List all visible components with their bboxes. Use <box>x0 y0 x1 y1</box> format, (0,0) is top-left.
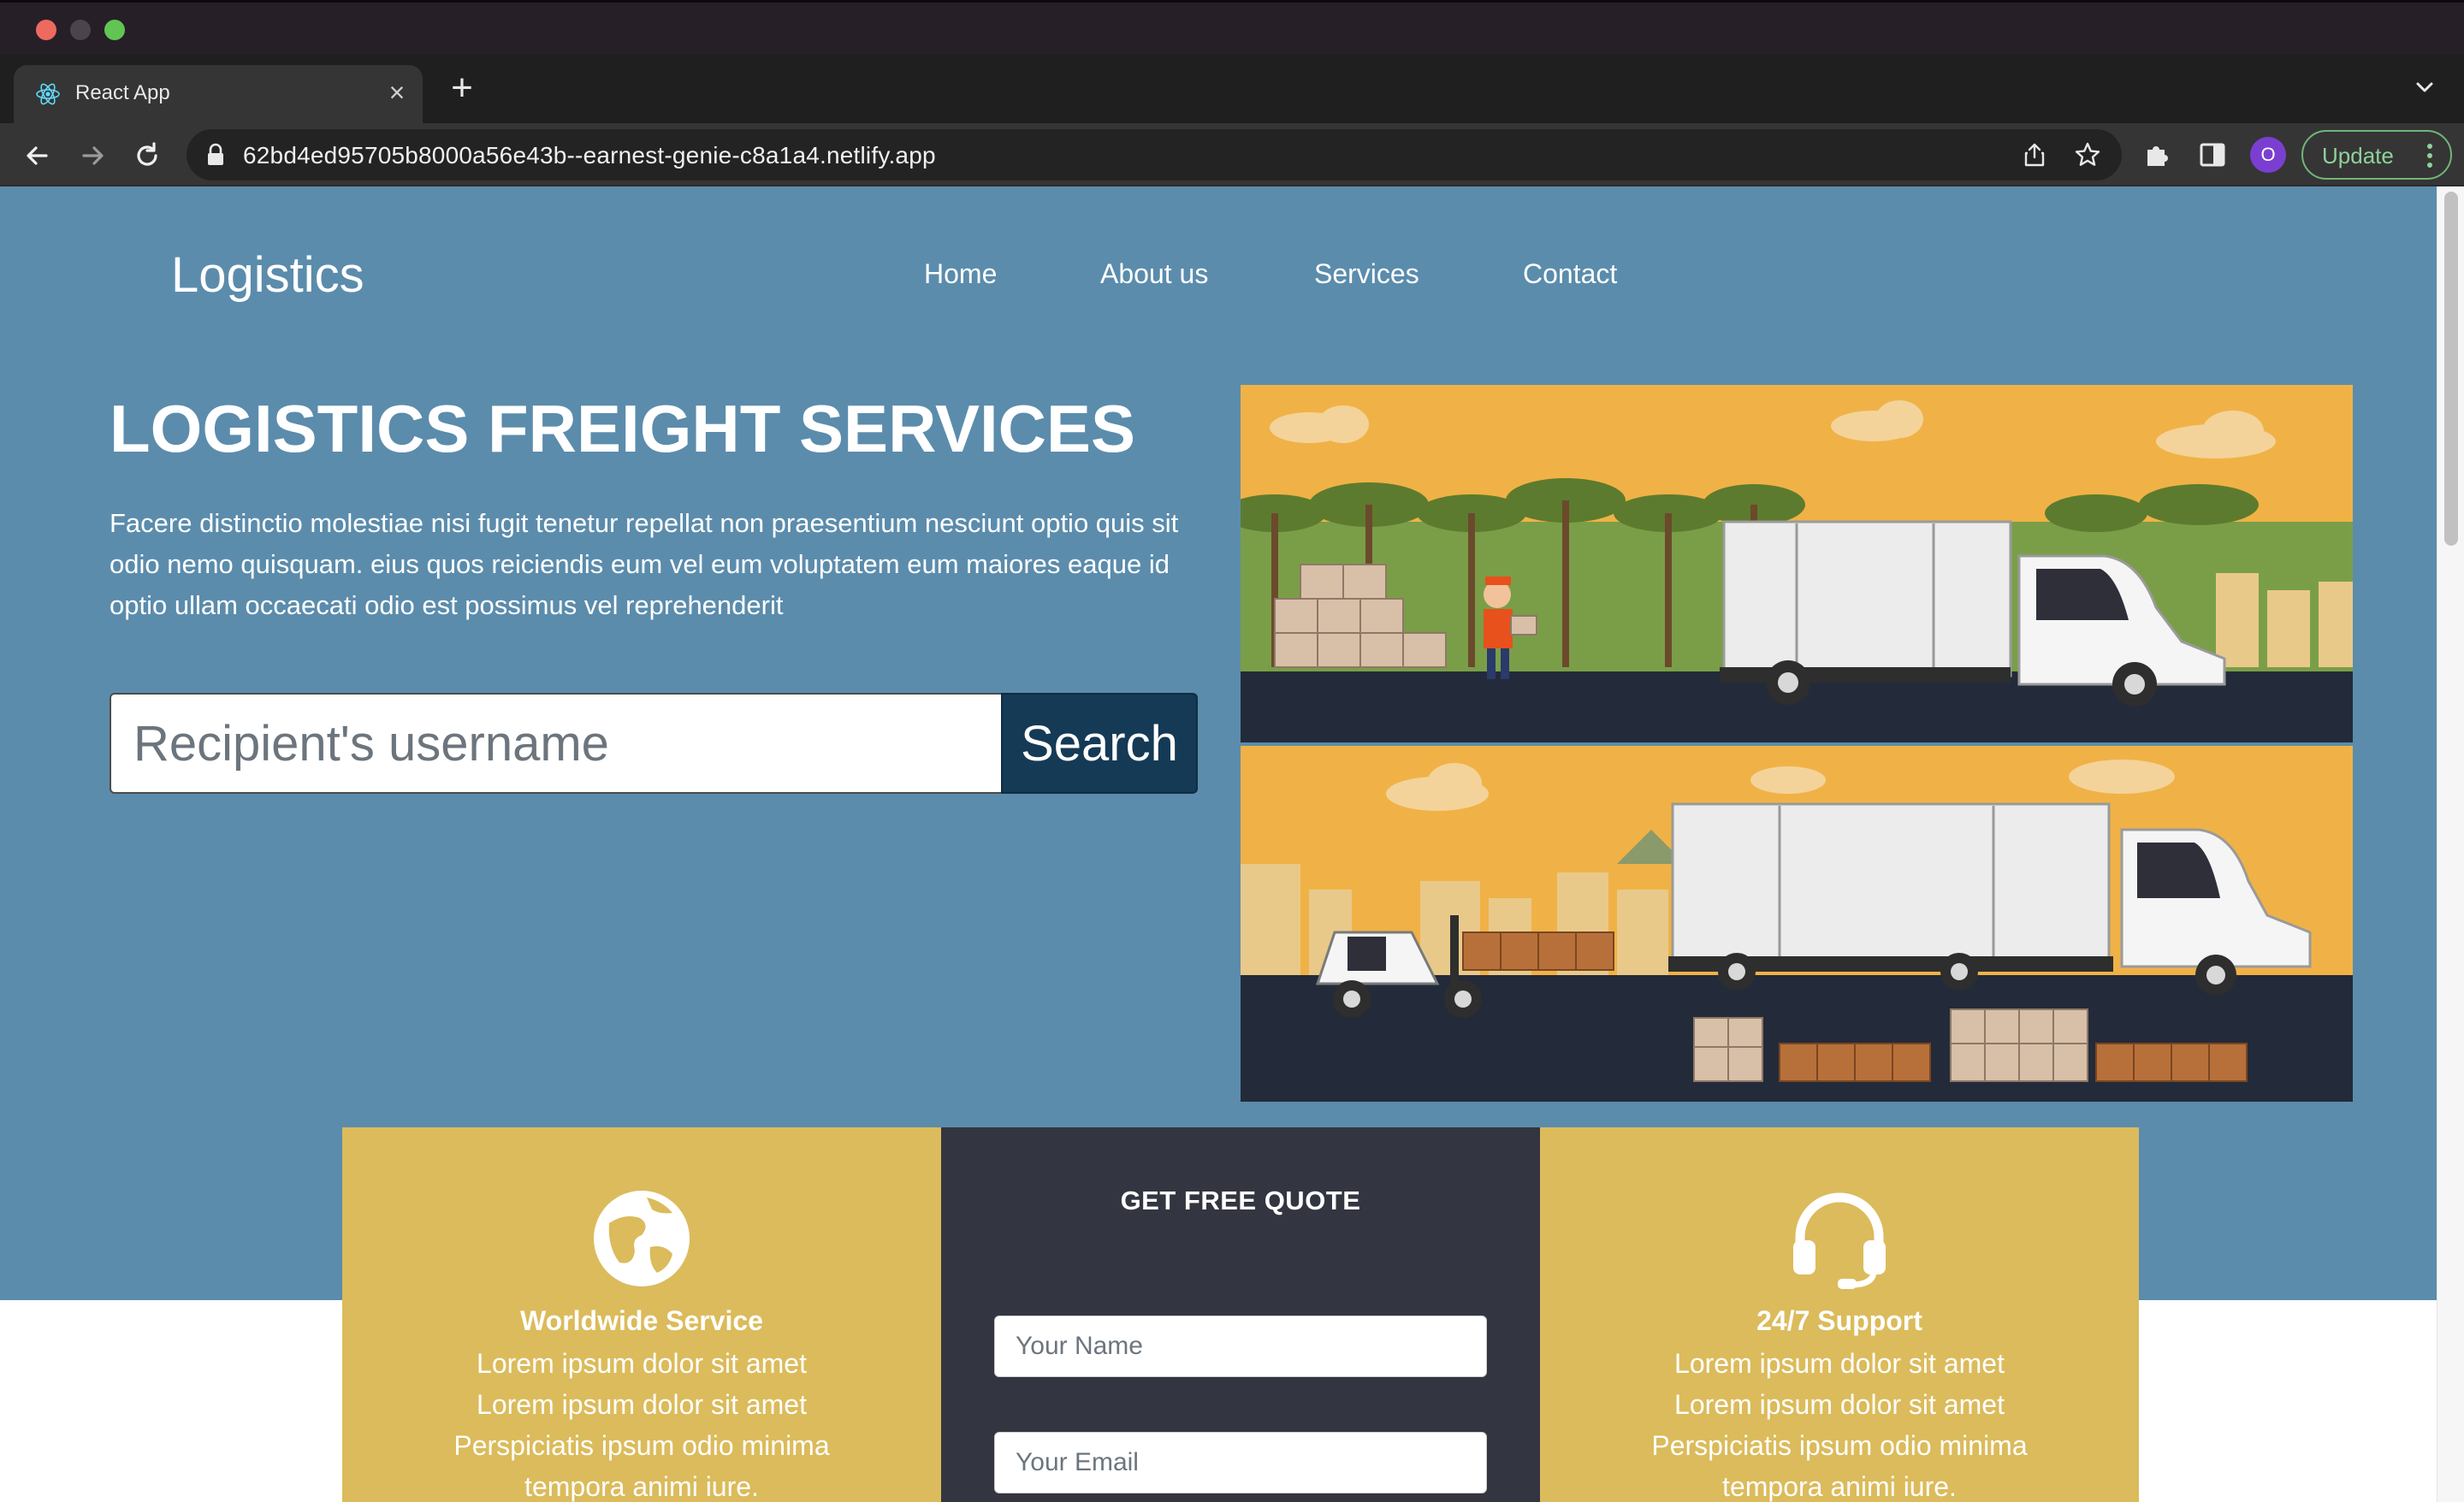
tab-title: React App <box>75 81 170 104</box>
react-favicon-icon <box>36 83 60 105</box>
hero-description: Facere distinctio molestiae nisi fugit t… <box>110 508 1179 620</box>
extensions-puzzle-icon[interactable] <box>2142 139 2173 170</box>
address-bar[interactable]: 62bd4ed95705b8000a56e43b--earnest-genie-… <box>187 129 2122 180</box>
support-line-1: Lorem ipsum dolor sit amet <box>1674 1348 2005 1379</box>
support-line-2: Lorem ipsum dolor sit amet <box>1674 1389 2005 1420</box>
logistics-trucks-illustration <box>1241 385 2353 1102</box>
hero-title: LOGISTICS FREIGHT SERVICES <box>110 391 1136 466</box>
support-line-4: tempora animi iure. <box>1722 1471 1957 1502</box>
reload-icon[interactable] <box>130 139 164 173</box>
close-window-button[interactable] <box>36 20 56 40</box>
scrollbar-thumb[interactable] <box>2444 192 2458 546</box>
worldwide-line-3: Perspiciatis ipsum odio minima <box>453 1430 830 1461</box>
tab-react-app[interactable]: React App × <box>14 65 423 123</box>
nav-link-contact[interactable]: Contact <box>1523 258 1617 290</box>
chevron-down-icon[interactable] <box>2411 74 2438 101</box>
headset-icon <box>1793 1192 1886 1289</box>
support-line-3: Perspiciatis ipsum odio minima <box>1651 1430 2028 1461</box>
back-arrow-icon[interactable] <box>21 139 55 173</box>
update-label: Update <box>2322 143 2394 169</box>
quote-title: GET FREE QUOTE <box>1120 1186 1361 1215</box>
worldwide-service-title: Worldwide Service <box>520 1305 763 1336</box>
nav-link-about[interactable]: About us <box>1100 258 1208 290</box>
profile-avatar[interactable]: O <box>2250 137 2286 173</box>
support-title: 24/7 Support <box>1756 1305 1922 1336</box>
worldwide-line-1: Lorem ipsum dolor sit amet <box>477 1348 807 1379</box>
free-quote-card: GET FREE QUOTE <box>941 1127 1540 1502</box>
your-email-input[interactable] <box>994 1432 1487 1493</box>
side-panel-icon[interactable] <box>2197 139 2228 170</box>
kebab-menu-icon[interactable] <box>2423 141 2437 170</box>
page-scrollbar[interactable] <box>2437 186 2464 1502</box>
recipient-search-input[interactable] <box>110 693 1001 794</box>
browser-toolbar: 62bd4ed95705b8000a56e43b--earnest-genie-… <box>0 123 2464 186</box>
nav-link-home[interactable]: Home <box>924 258 997 290</box>
lock-icon[interactable] <box>205 143 226 167</box>
star-icon[interactable] <box>2074 141 2101 169</box>
url-text: 62bd4ed95705b8000a56e43b--earnest-genie-… <box>243 142 936 169</box>
new-tab-plus-icon[interactable]: + <box>445 69 479 107</box>
your-name-input[interactable] <box>994 1316 1487 1377</box>
worldwide-service-card: Worldwide Service Lorem ipsum dolor sit … <box>342 1127 941 1502</box>
window-titlebar <box>0 0 2464 55</box>
site-brand[interactable]: Logistics <box>171 246 364 304</box>
forward-arrow-icon[interactable] <box>75 139 110 173</box>
tab-close-icon[interactable]: × <box>383 77 411 108</box>
page-viewport: Logistics Home About us Services Contact… <box>0 186 2464 1502</box>
zoom-window-button[interactable] <box>104 20 125 40</box>
worldwide-line-4: tempora animi iure. <box>524 1471 759 1502</box>
globe-icon <box>594 1191 690 1286</box>
nav-link-services[interactable]: Services <box>1314 258 1419 290</box>
minimize-window-button[interactable] <box>70 20 91 40</box>
search-button[interactable]: Search <box>1001 693 1198 794</box>
worldwide-line-2: Lorem ipsum dolor sit amet <box>477 1389 807 1420</box>
tab-strip: React App × + <box>0 55 2464 123</box>
support-card: 24/7 Support Lorem ipsum dolor sit amet … <box>1540 1127 2139 1502</box>
share-icon[interactable] <box>2021 141 2048 169</box>
update-button[interactable]: Update <box>2301 130 2452 180</box>
